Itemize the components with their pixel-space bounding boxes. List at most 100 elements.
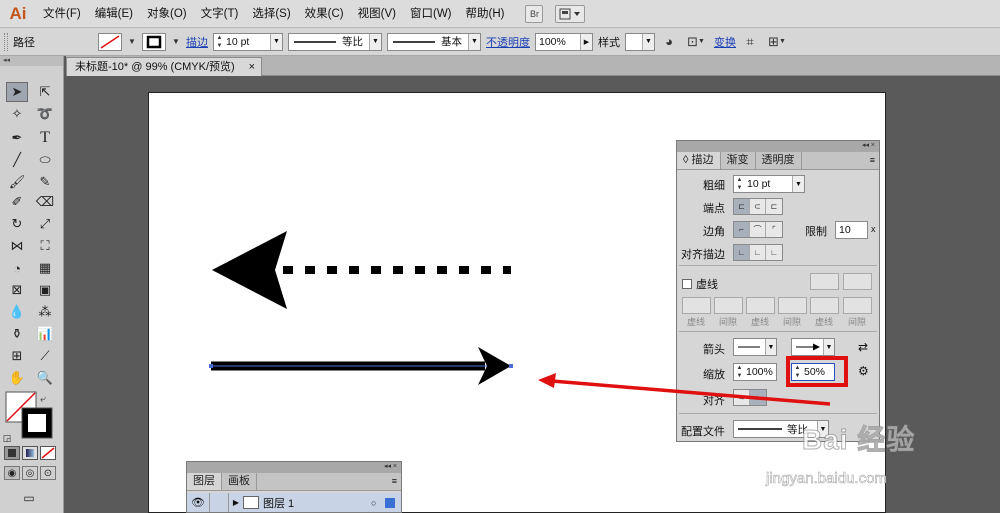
- round-cap-icon[interactable]: ⊂: [750, 199, 766, 214]
- layers-panel-menu-icon[interactable]: ≡: [392, 473, 401, 490]
- transform-panel-link[interactable]: 变换: [714, 34, 736, 50]
- target-icon[interactable]: ○: [371, 498, 385, 508]
- end-arrowhead-dropdown-icon[interactable]: ▼: [823, 339, 834, 355]
- isolate-group-icon[interactable]: ⌗: [741, 33, 759, 51]
- limit-field[interactable]: 10: [835, 221, 868, 239]
- width-tool-icon[interactable]: ⋈: [6, 236, 28, 256]
- artboard-tool-icon[interactable]: ⊞: [6, 346, 28, 366]
- anchor-point[interactable]: [209, 364, 213, 368]
- selection-indicator[interactable]: [385, 497, 395, 508]
- perspective-grid-tool-icon[interactable]: ▦: [34, 258, 56, 278]
- align-options-icon[interactable]: ⊡ ▼: [683, 33, 709, 51]
- round-join-icon[interactable]: ⌒: [750, 222, 766, 237]
- rotate-tool-icon[interactable]: ↻: [6, 214, 28, 234]
- tab-transparency[interactable]: 透明度: [756, 152, 802, 169]
- opacity-dropdown-icon[interactable]: ▶: [580, 33, 592, 50]
- brush-dropdown-icon[interactable]: ▼: [468, 33, 480, 50]
- dashed-line-option[interactable]: 虚线: [682, 276, 718, 292]
- menu-type[interactable]: 文字(T): [194, 0, 246, 28]
- gap-field-2[interactable]: [778, 297, 807, 314]
- document-tab[interactable]: 未标题-10* @ 99% (CMYK/预览) ×: [66, 57, 262, 76]
- pen-tool-icon[interactable]: ✒: [6, 128, 28, 148]
- variable-width-profile-dropdown[interactable]: 等比 ▼: [288, 32, 382, 51]
- ellipse-tool-icon[interactable]: ⬭: [34, 150, 56, 170]
- draw-normal-icon[interactable]: ◉: [4, 466, 20, 480]
- align-center-icon[interactable]: ∟: [734, 245, 750, 260]
- butt-cap-icon[interactable]: ⊏: [734, 199, 750, 214]
- recolor-artwork-icon[interactable]: ◕: [660, 33, 678, 51]
- shape-builder-tool-icon[interactable]: ◔: [6, 258, 28, 278]
- tab-gradient[interactable]: 渐变: [721, 152, 756, 169]
- gradient-tool-icon[interactable]: ▣: [34, 280, 56, 300]
- arrange-documents-button[interactable]: [555, 4, 586, 23]
- graphic-style-dropdown[interactable]: ▼: [625, 32, 655, 51]
- blob-brush-tool-icon[interactable]: ✐: [6, 192, 28, 212]
- menu-select[interactable]: 选择(S): [245, 0, 297, 28]
- free-transform-tool-icon[interactable]: ⛶: [34, 236, 56, 256]
- swap-arrowheads-icon[interactable]: ⇄: [858, 340, 868, 354]
- tab-stroke[interactable]: ◊ 描边: [677, 152, 721, 169]
- weight-dropdown-icon[interactable]: ▼: [792, 176, 804, 192]
- pencil-tool-icon[interactable]: ✎: [34, 172, 56, 192]
- document-tab-close-icon[interactable]: ×: [249, 58, 255, 76]
- visibility-eye-icon[interactable]: 👁: [187, 496, 209, 509]
- style-dropdown-icon[interactable]: ▼: [642, 33, 654, 50]
- start-arrowhead-dropdown[interactable]: ▼: [733, 338, 777, 356]
- menu-help[interactable]: 帮助(H): [459, 0, 512, 28]
- eyedropper-tool-icon[interactable]: 💧: [6, 302, 28, 322]
- layer-row[interactable]: 👁 ▶ 图层 1 ○: [187, 493, 401, 512]
- control-bar-menu-icon[interactable]: ⊞ ▼: [764, 33, 790, 51]
- menu-window[interactable]: 窗口(W): [403, 0, 459, 28]
- dash-field-2[interactable]: [746, 297, 775, 314]
- draw-inside-icon[interactable]: ⊙: [40, 466, 56, 480]
- paintbrush-tool-icon[interactable]: 🖌: [6, 172, 28, 192]
- draw-behind-icon[interactable]: ◎: [22, 466, 38, 480]
- weight-field[interactable]: ▲ ▼ 10 pt ▼: [733, 175, 805, 193]
- gradient-mode-icon[interactable]: [22, 446, 38, 460]
- screen-mode-icon[interactable]: ▭: [18, 488, 40, 508]
- default-colors-icon[interactable]: ◲: [0, 432, 14, 444]
- align-inside-icon[interactable]: ∟: [750, 245, 766, 260]
- bevel-join-icon[interactable]: ⌜: [766, 222, 782, 237]
- menu-object[interactable]: 对象(O): [140, 0, 194, 28]
- fill-swatch[interactable]: [98, 32, 122, 51]
- profile-dropdown-icon[interactable]: ▼: [369, 33, 381, 50]
- opacity-panel-link[interactable]: 不透明度: [486, 34, 530, 50]
- magic-wand-tool-icon[interactable]: ✧: [6, 104, 28, 124]
- gap-field-3[interactable]: [843, 297, 872, 314]
- tab-artboards[interactable]: 画板: [222, 473, 257, 490]
- dash-field-3[interactable]: [810, 297, 839, 314]
- dashed-line-checkbox[interactable]: [682, 279, 692, 289]
- stroke-swatch[interactable]: [142, 32, 166, 51]
- stroke-panel-collapse-icon[interactable]: ◂◂ ×: [677, 141, 879, 152]
- fill-dropdown-icon[interactable]: ▼: [127, 33, 137, 51]
- direct-selection-tool-icon[interactable]: ⇱: [34, 82, 56, 102]
- panel-menu-icon[interactable]: ≡: [870, 152, 879, 169]
- tools-panel-collapse-icon[interactable]: ◂◂: [0, 56, 63, 66]
- anchor-point[interactable]: [509, 364, 513, 368]
- scale-tool-icon[interactable]: ⤢: [34, 214, 56, 234]
- line-segment-tool-icon[interactable]: ╱: [6, 150, 28, 170]
- symbol-sprayer-tool-icon[interactable]: ⚱: [6, 324, 28, 344]
- hand-tool-icon[interactable]: ✋: [6, 368, 28, 388]
- selection-tool-icon[interactable]: ➤: [6, 82, 28, 102]
- dash-align-corners-icon[interactable]: [810, 273, 839, 290]
- type-tool-icon[interactable]: T: [34, 128, 56, 148]
- layers-panel-collapse-icon[interactable]: ◂◂ ×: [187, 462, 401, 473]
- stroke-panel-link[interactable]: 描边: [186, 34, 208, 50]
- lock-toggle[interactable]: [209, 493, 229, 512]
- lasso-tool-icon[interactable]: ➰: [34, 104, 56, 124]
- slice-tool-icon[interactable]: ⟋: [34, 346, 56, 366]
- none-mode-icon[interactable]: [40, 446, 56, 460]
- menu-edit[interactable]: 编辑(E): [88, 0, 140, 28]
- gap-field-1[interactable]: [714, 297, 743, 314]
- stroke-weight-dropdown-icon[interactable]: ▼: [270, 33, 282, 50]
- menu-view[interactable]: 视图(V): [351, 0, 403, 28]
- dash-field-1[interactable]: [682, 297, 711, 314]
- stroke-weight-field[interactable]: ▲ ▼ 10 pt ▼: [213, 32, 283, 51]
- color-mode-icon[interactable]: [4, 446, 20, 460]
- projecting-cap-icon[interactable]: ⊏: [766, 199, 782, 214]
- column-graph-tool-icon[interactable]: 📊: [34, 324, 56, 344]
- zoom-tool-icon[interactable]: 🔍: [34, 368, 56, 388]
- control-bar-grip[interactable]: [4, 32, 8, 51]
